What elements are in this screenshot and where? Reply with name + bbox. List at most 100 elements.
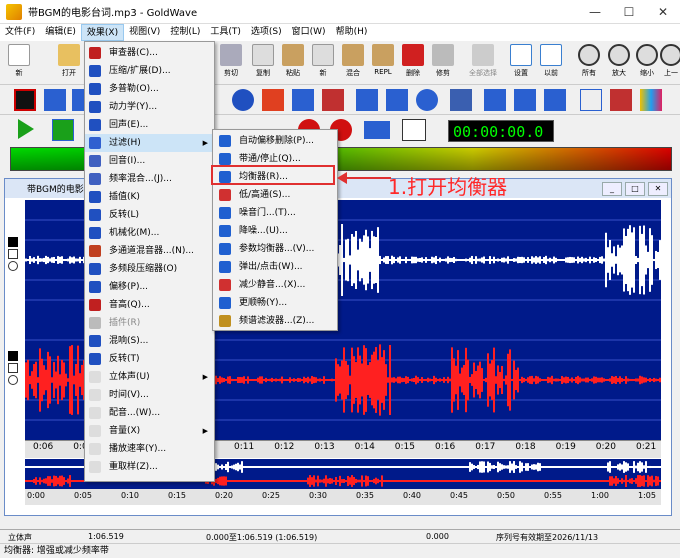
delete-button[interactable]: 删除 [398, 41, 428, 83]
close-button[interactable]: ✕ [646, 0, 680, 24]
time-tick-label: 0:20 [595, 442, 617, 452]
reverse-icon [89, 353, 101, 365]
reverse-tool-icon[interactable] [356, 89, 378, 111]
menu-item-label: 减少静音...(X)... [239, 280, 306, 290]
stop-record-icon[interactable] [14, 89, 36, 111]
spectrum-tool-icon[interactable] [640, 89, 662, 111]
effects-item-time[interactable]: 时间(V)... [85, 386, 214, 404]
channel-mixer-tool-icon[interactable] [262, 89, 284, 111]
doc-maximize-button[interactable]: □ [625, 181, 645, 196]
menu-options[interactable]: 选项(S) [246, 24, 287, 41]
effects-item-reverb[interactable]: 回音(I)... [85, 152, 214, 170]
filter-tool-icon[interactable] [544, 89, 566, 111]
effects-item-stereo[interactable]: 立体声(U) ▶ [85, 368, 214, 386]
equalizer-tool-icon[interactable] [450, 89, 472, 111]
overview-tick-label: 1:05 [638, 491, 656, 500]
effects-item-mechanize[interactable]: 机械化(M)... [85, 224, 214, 242]
effects-item-playback-rate[interactable]: 播放速率(Y)... [85, 440, 214, 458]
pitch-tool-icon[interactable] [322, 89, 344, 111]
effects-item-freq-mix[interactable]: 频率混合...(J)... [85, 170, 214, 188]
visual-icon[interactable] [364, 121, 390, 139]
menu-effects[interactable]: 效果(X) [80, 24, 125, 41]
menu-help[interactable]: 帮助(H) [331, 24, 373, 41]
effects-item-volume[interactable]: 音量(X) ▶ [85, 422, 214, 440]
maximize-button[interactable]: ☐ [612, 0, 646, 24]
reverb-icon [89, 155, 101, 167]
reverb2-icon [89, 335, 101, 347]
effects-item-filter[interactable]: 过滤(H) ▶ [85, 134, 214, 152]
effects-item-channel-mixer[interactable]: 多通道混音器...(N)... [85, 242, 214, 260]
effects-item-dynamics[interactable]: 动力学(Y)... [85, 98, 214, 116]
compress-icon[interactable] [44, 89, 66, 111]
effects-item-compress[interactable]: 压缩/扩展(D)... [85, 62, 214, 80]
set-button[interactable]: 设置 [506, 41, 536, 83]
effects-item-offset[interactable]: 偏移(P)... [85, 278, 214, 296]
channel-radio[interactable] [8, 375, 18, 385]
channel-color-icon [8, 351, 18, 361]
left-channel-controls[interactable] [8, 237, 20, 287]
effects-item-reverse[interactable]: 反转(T) [85, 350, 214, 368]
effects-item-invert[interactable]: 反转(L) [85, 206, 214, 224]
doppler-tool-icon[interactable] [232, 89, 254, 111]
filter-item-noise-gate[interactable]: 噪音门...(T)... [213, 204, 337, 222]
properties-icon[interactable] [402, 119, 426, 141]
minimize-button[interactable]: — [578, 0, 612, 24]
copy-button[interactable]: 复制 [248, 41, 278, 83]
silence-tool-icon[interactable] [610, 89, 632, 111]
channel-checkbox[interactable] [8, 249, 18, 259]
noise-tool-icon[interactable] [514, 89, 536, 111]
filter-item-param-eq[interactable]: 参数均衡器...(V)... [213, 240, 337, 258]
menu-tools[interactable]: 工具(T) [205, 24, 246, 41]
previous-button[interactable]: 以前 [536, 41, 566, 83]
multiband-tool-icon[interactable] [292, 89, 314, 111]
doc-close-button[interactable]: ✕ [648, 181, 668, 196]
menu-item-label: 时间(V)... [109, 390, 149, 400]
filter-item-smoother[interactable]: 更顺畅(Y)... [213, 294, 337, 312]
filter-item-noise-reduction[interactable]: 降噪...(U)... [213, 222, 337, 240]
channel-radio[interactable] [8, 261, 18, 271]
play-selection-icon[interactable] [52, 119, 74, 141]
paste-button[interactable]: 粘贴 [278, 41, 308, 83]
effects-item-interpolate[interactable]: 插值(K) [85, 188, 214, 206]
zoom-prev-icon [660, 44, 680, 66]
annotation-text: 1.打开均衡器 [388, 175, 508, 199]
replace-button[interactable]: REPL [368, 41, 398, 83]
zoom-in-button[interactable]: 放大 [604, 41, 634, 83]
effects-item-reverb2[interactable]: 混响(S)... [85, 332, 214, 350]
overview-tick-label: 0:10 [121, 491, 139, 500]
cut-button[interactable]: 剪切 [216, 41, 246, 83]
menu-view[interactable]: 视图(V) [124, 24, 165, 41]
effects-item-doppler[interactable]: 多普勒(O)... [85, 80, 214, 98]
effects-item-voice-over[interactable]: 配音...(W)... [85, 404, 214, 422]
play-icon[interactable] [18, 119, 34, 139]
effects-item-multiband[interactable]: 多频段压缩器(O) [85, 260, 214, 278]
channel-checkbox[interactable] [8, 363, 18, 373]
filter-item-reduce-silence[interactable]: 减少静音...(X)... [213, 276, 337, 294]
filter-item-auto-offset[interactable]: 自动偏移删除(P)... [213, 132, 337, 150]
select-all-button[interactable]: 全部选择 [468, 41, 498, 83]
menu-control[interactable]: 控制(L) [165, 24, 205, 41]
menu-window[interactable]: 窗口(W) [287, 24, 331, 41]
pop-click-tool-icon[interactable] [580, 89, 602, 111]
doc-minimize-button[interactable]: _ [602, 181, 622, 196]
zoom-all-button[interactable]: 所有 [574, 41, 604, 83]
effects-item-auditor[interactable]: 审查器(C)... [85, 44, 214, 62]
menu-edit[interactable]: 编辑(E) [40, 24, 81, 41]
effects-item-echo[interactable]: 回声(E)... [85, 116, 214, 134]
right-channel-controls[interactable] [8, 351, 20, 401]
bandpass-tool-icon[interactable] [484, 89, 506, 111]
paste-new-button[interactable]: 新 [308, 41, 338, 83]
new-button[interactable]: 新 [4, 41, 34, 83]
arrow-left-icon[interactable] [386, 89, 408, 111]
filter-item-pop-click[interactable]: 弹出/点击(W)... [213, 258, 337, 276]
menu-file[interactable]: 文件(F) [0, 24, 40, 41]
zoom-prev-button[interactable]: 上一 [656, 41, 680, 83]
interpolate-tool-icon[interactable] [416, 89, 438, 111]
mix-button[interactable]: 混合 [338, 41, 368, 83]
filter-item-spectrum-filter[interactable]: 频谱滤波器...(Z)... [213, 312, 337, 330]
trim-button[interactable]: 修剪 [428, 41, 458, 83]
effects-item-resample[interactable]: 重取样(Z)... [85, 458, 214, 476]
filter-item-lowhigh[interactable]: 低/高通(S)... [213, 186, 337, 204]
effects-item-pitch[interactable]: 音高(Q)... [85, 296, 214, 314]
open-button[interactable]: 打开 [54, 41, 84, 83]
